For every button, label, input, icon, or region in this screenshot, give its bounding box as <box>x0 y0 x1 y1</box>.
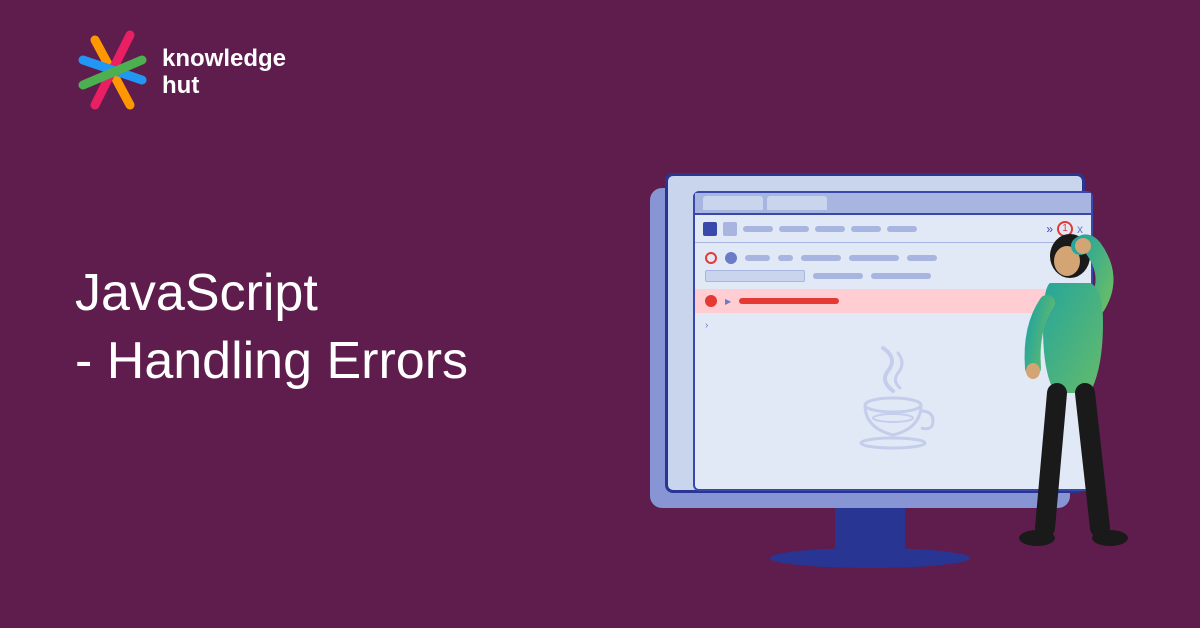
console-text <box>871 273 931 279</box>
logo-line2: hut <box>162 73 286 99</box>
monitor-stand <box>835 508 905 553</box>
error-message <box>739 298 839 304</box>
person-illustration <box>995 228 1140 563</box>
monitor-base <box>770 548 970 568</box>
title-line2: - Handling Errors <box>75 328 468 396</box>
console-text <box>778 255 793 261</box>
console-text <box>813 273 863 279</box>
prompt-icon: › <box>705 320 708 331</box>
toolbar-item <box>743 226 773 232</box>
device-icon <box>723 222 737 236</box>
inspect-icon <box>703 222 717 236</box>
block-icon <box>705 252 717 264</box>
toolbar-item <box>815 226 845 232</box>
title-line1: JavaScript <box>75 260 468 328</box>
console-text <box>907 255 937 261</box>
browser-tab-bar <box>695 193 1091 215</box>
url-input <box>705 270 805 282</box>
browser-tab <box>767 196 827 210</box>
console-text <box>745 255 770 261</box>
console-text <box>849 255 899 261</box>
error-dot-icon <box>705 295 717 307</box>
page-title: JavaScript - Handling Errors <box>75 260 468 395</box>
logo-text: knowledge hut <box>162 46 286 99</box>
browser-tab <box>703 196 763 210</box>
toolbar-item <box>779 226 809 232</box>
dot-icon <box>725 252 737 264</box>
logo-mark-icon <box>75 30 150 115</box>
illustration: » 1 x <box>650 168 1140 588</box>
java-logo-icon <box>848 343 938 453</box>
play-icon: ▶ <box>725 297 731 306</box>
logo-line1: knowledge <box>162 46 286 72</box>
toolbar-item <box>851 226 881 232</box>
logo: knowledge hut <box>75 30 286 115</box>
console-text <box>801 255 841 261</box>
toolbar-item <box>887 226 917 232</box>
